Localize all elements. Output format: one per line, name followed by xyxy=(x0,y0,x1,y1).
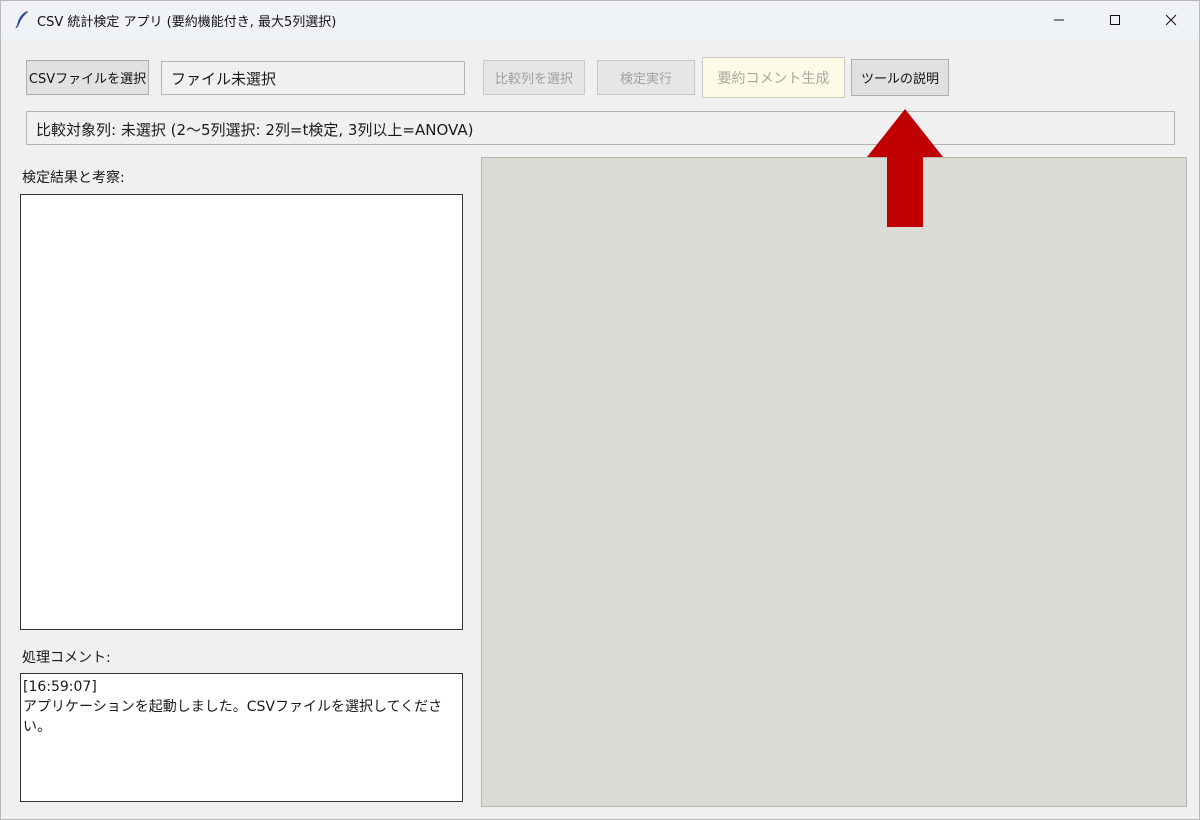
maximize-button[interactable] xyxy=(1087,1,1143,38)
close-button[interactable] xyxy=(1143,1,1199,38)
log-textbox[interactable]: [16:59:07] アプリケーションを起動しました。CSVファイルを選択してく… xyxy=(20,673,463,802)
up-arrow-icon xyxy=(867,109,943,227)
log-label: 処理コメント: xyxy=(22,650,111,666)
results-label: 検定結果と考察: xyxy=(22,170,125,186)
selected-columns-status: 比較対象列: 未選択 (2～5列選択: 2列=t検定, 3列以上=ANOVA) xyxy=(26,111,1175,145)
select-columns-button[interactable]: 比較列を選択 xyxy=(483,60,585,95)
feather-icon xyxy=(15,11,28,28)
close-icon xyxy=(1165,14,1177,25)
window-title: CSV 統計検定 アプリ (要約機能付き, 最大5列選択) xyxy=(37,15,337,30)
tool-help-button[interactable]: ツールの説明 xyxy=(851,59,949,96)
results-textbox[interactable] xyxy=(20,194,463,630)
minimize-button[interactable] xyxy=(1031,1,1087,38)
app-window: CSV 統計検定 アプリ (要約機能付き, 最大5列選択) CSVファイルを選択… xyxy=(0,0,1200,820)
title-bar: CSV 統計検定 アプリ (要約機能付き, 最大5列選択) xyxy=(1,1,1199,38)
minimize-icon xyxy=(1054,19,1064,20)
maximize-icon xyxy=(1110,14,1120,25)
generate-summary-button[interactable]: 要約コメント生成 xyxy=(702,57,845,98)
run-test-button[interactable]: 検定実行 xyxy=(597,60,695,95)
select-csv-button[interactable]: CSVファイルを選択 xyxy=(26,60,149,95)
plot-canvas xyxy=(481,157,1187,807)
file-path-field: ファイル未選択 xyxy=(161,61,465,95)
